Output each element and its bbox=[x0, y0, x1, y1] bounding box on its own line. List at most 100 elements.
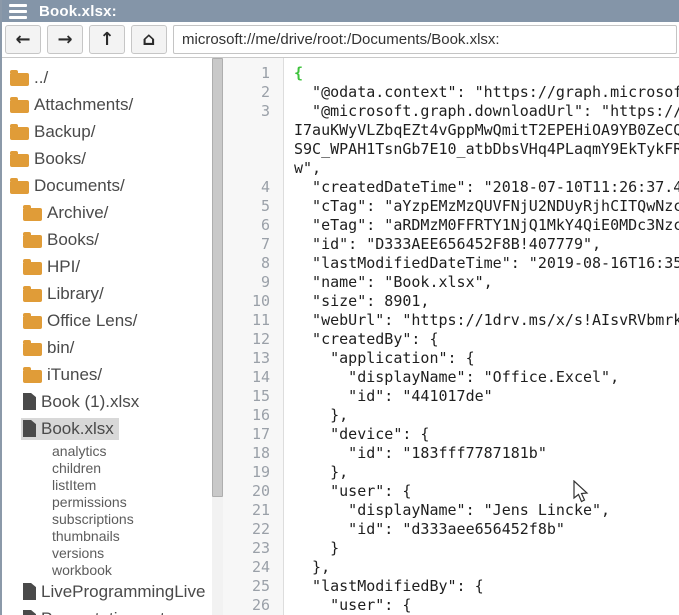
tree-item[interactable]: Backup/ bbox=[2, 118, 212, 145]
code-line[interactable]: 23 } bbox=[223, 539, 679, 558]
line-number: 8 bbox=[223, 254, 284, 273]
code-text: "id": "183fff7787181b" bbox=[284, 444, 679, 463]
code-line[interactable]: 4 "createdDateTime": "2018-07-10T11:26:3… bbox=[223, 178, 679, 197]
code-line[interactable]: I7auKWyVLZbqEZt4vGppMwQmitT2EPEHiOA9YB0Z… bbox=[223, 121, 679, 140]
tree-item[interactable]: workbook bbox=[2, 561, 212, 578]
code-line[interactable]: 22 "id": "d333aee656452f8b" bbox=[223, 520, 679, 539]
line-number: 12 bbox=[223, 330, 284, 349]
tree-item[interactable]: Office Lens/ bbox=[2, 307, 212, 334]
code-line[interactable]: 12 "createdBy": { bbox=[223, 330, 679, 349]
file-icon bbox=[23, 610, 36, 615]
line-number: 21 bbox=[223, 501, 284, 520]
navigation-toolbar: ← → ↑ ⌂ bbox=[2, 22, 679, 58]
main-area: ../ Attachments/ Backup/ bbox=[2, 58, 679, 615]
code-line[interactable]: 15 "id": "441017de" bbox=[223, 387, 679, 406]
code-line[interactable]: 16 }, bbox=[223, 406, 679, 425]
folder-icon bbox=[23, 262, 42, 275]
tree-item[interactable]: thumbnails bbox=[2, 527, 212, 544]
tree-item[interactable]: Book (1).xlsx bbox=[2, 388, 212, 415]
tree-item[interactable]: ../ bbox=[2, 64, 212, 91]
code-line[interactable]: 2 "@odata.context": "https://graph.micro… bbox=[223, 83, 679, 102]
tree-item[interactable]: Attachments/ bbox=[2, 91, 212, 118]
scrollbar-thumb[interactable] bbox=[212, 58, 223, 497]
code-line[interactable]: 14 "displayName": "Office.Excel", bbox=[223, 368, 679, 387]
line-number: 17 bbox=[223, 425, 284, 444]
code-line[interactable]: 11 "webUrl": "https://1drv.ms/x/s!AIsvRV… bbox=[223, 311, 679, 330]
code-text: "device": { bbox=[284, 425, 679, 444]
code-line[interactable]: 6 "eTag": "aRDMzM0FFRTY1NjQ1MkY4QiE0MDc3… bbox=[223, 216, 679, 235]
folder-icon bbox=[23, 316, 42, 329]
code-text: "@microsoft.graph.downloadUrl": "https:/… bbox=[284, 102, 679, 121]
code-line[interactable]: S9C_WPAH1TsnGb7E10_atbDbsVHq4PLaqmY9EkTy… bbox=[223, 140, 679, 159]
back-button[interactable]: ← bbox=[5, 25, 41, 54]
code-text: "application": { bbox=[284, 349, 679, 368]
tree-item[interactable]: versions bbox=[2, 544, 212, 561]
tree-item[interactable]: iTunes/ bbox=[2, 361, 212, 388]
code-text: "webUrl": "https://1drv.ms/x/s!AIsvRVbmr… bbox=[284, 311, 679, 330]
code-line[interactable]: w", bbox=[223, 159, 679, 178]
tree-item[interactable]: Archive/ bbox=[2, 199, 212, 226]
window-title: Book.xlsx: bbox=[39, 3, 117, 20]
line-number: 20 bbox=[223, 482, 284, 501]
code-text: "user": { bbox=[284, 482, 679, 501]
tree-item-label: iTunes/ bbox=[47, 365, 102, 385]
line-number bbox=[223, 140, 284, 159]
tree-item-label: thumbnails bbox=[52, 528, 120, 544]
forward-button[interactable]: → bbox=[47, 25, 83, 54]
tree-item[interactable]: children bbox=[2, 459, 212, 476]
tree-item[interactable]: HPI/ bbox=[2, 253, 212, 280]
tree-item[interactable]: Documents/ bbox=[2, 172, 212, 199]
file-browser-window: Book.xlsx: ← → ↑ ⌂ .. bbox=[0, 0, 679, 615]
code-text: "lastModifiedDateTime": "2019-08-16T16:3… bbox=[284, 254, 679, 273]
up-button[interactable]: ↑ bbox=[89, 25, 125, 54]
tree-item[interactable]: subscriptions bbox=[2, 510, 212, 527]
tree-item[interactable]: Book.xlsx bbox=[2, 415, 212, 442]
nav-button-glyph: ⌂ bbox=[143, 31, 156, 49]
line-number: 10 bbox=[223, 292, 284, 311]
tree-item[interactable]: bin/ bbox=[2, 334, 212, 361]
sidebar-scrollbar[interactable] bbox=[212, 58, 223, 615]
code-line[interactable]: 8 "lastModifiedDateTime": "2019-08-16T16… bbox=[223, 254, 679, 273]
tree-item[interactable]: analytics bbox=[2, 442, 212, 459]
code-line[interactable]: 5 "cTag": "aYzpEMzMzQUVFNjU2NDUyRjhCITQw… bbox=[223, 197, 679, 216]
folder-icon bbox=[10, 154, 29, 167]
code-line[interactable]: 20 "user": { bbox=[223, 482, 679, 501]
code-text: } bbox=[284, 539, 679, 558]
tree-item-label: Books/ bbox=[34, 149, 86, 169]
hamburger-menu-icon[interactable] bbox=[9, 4, 27, 19]
tree-item[interactable]: Books/ bbox=[2, 145, 212, 172]
code-line[interactable]: 9 "name": "Book.xlsx", bbox=[223, 273, 679, 292]
code-line[interactable]: 24 }, bbox=[223, 558, 679, 577]
line-number: 13 bbox=[223, 349, 284, 368]
code-line[interactable]: 21 "displayName": "Jens Lincke", bbox=[223, 501, 679, 520]
titlebar: Book.xlsx: bbox=[2, 0, 679, 22]
line-number: 3 bbox=[223, 102, 284, 121]
line-number: 22 bbox=[223, 520, 284, 539]
code-line[interactable]: 26 "user": { bbox=[223, 596, 679, 615]
tree-item[interactable]: LiveProgrammingLive bbox=[2, 578, 212, 605]
tree-item[interactable]: Library/ bbox=[2, 280, 212, 307]
tree-item[interactable]: Books/ bbox=[2, 226, 212, 253]
json-editor[interactable]: 1 { 2 "@odata.context": "https://graph.m… bbox=[223, 58, 679, 615]
address-bar-input[interactable] bbox=[173, 25, 677, 54]
tree-item-label: workbook bbox=[52, 562, 112, 578]
code-text: "id": "D333AEE656452F8B!407779", bbox=[284, 235, 679, 254]
code-line[interactable]: 3 "@microsoft.graph.downloadUrl": "https… bbox=[223, 102, 679, 121]
line-number: 6 bbox=[223, 216, 284, 235]
home-button[interactable]: ⌂ bbox=[131, 25, 167, 54]
code-line[interactable]: 7 "id": "D333AEE656452F8B!407779", bbox=[223, 235, 679, 254]
code-line[interactable]: 1 { bbox=[223, 64, 679, 83]
tree-item[interactable]: permissions bbox=[2, 493, 212, 510]
code-line[interactable]: 17 "device": { bbox=[223, 425, 679, 444]
tree-item[interactable]: Presentation.pptx bbox=[2, 605, 212, 615]
nav-button-group: ← → ↑ ⌂ bbox=[5, 25, 167, 54]
code-text: }, bbox=[284, 558, 679, 577]
code-line[interactable]: 13 "application": { bbox=[223, 349, 679, 368]
code-line[interactable]: 10 "size": 8901, bbox=[223, 292, 679, 311]
code-text: "cTag": "aYzpEMzMzQUVFNjU2NDUyRjhCITQwNz… bbox=[284, 197, 679, 216]
code-line[interactable]: 19 }, bbox=[223, 463, 679, 482]
code-text: "lastModifiedBy": { bbox=[284, 577, 679, 596]
code-line[interactable]: 18 "id": "183fff7787181b" bbox=[223, 444, 679, 463]
tree-item[interactable]: listItem bbox=[2, 476, 212, 493]
code-line[interactable]: 25 "lastModifiedBy": { bbox=[223, 577, 679, 596]
